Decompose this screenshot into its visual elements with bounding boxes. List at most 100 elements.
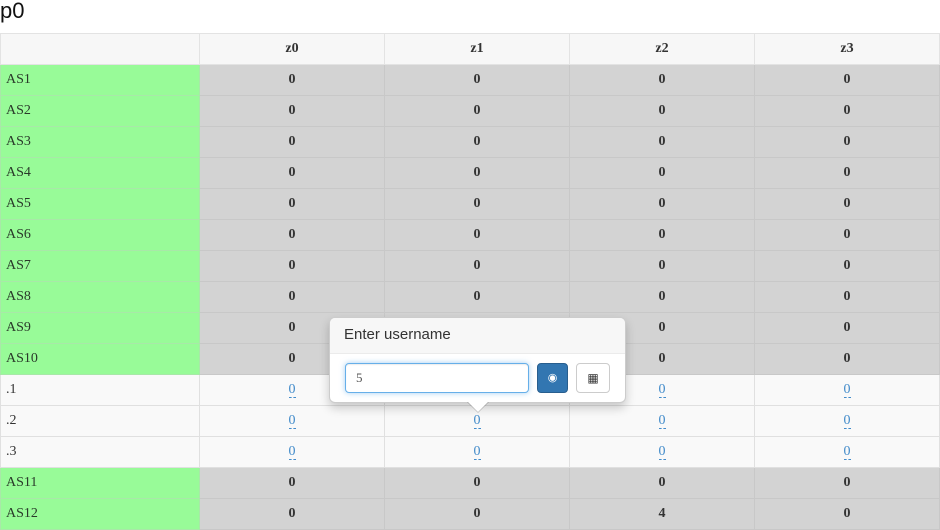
table-cell: 0 [199,64,385,96]
table-row: AS6 0 0 0 0 [0,219,940,251]
table-cell: 0 [199,467,385,499]
row-label: AS7 [0,250,200,282]
table-row: AS12 0 0 4 0 [0,498,940,530]
table-cell: 0 [754,405,940,437]
table-row: AS11 0 0 0 0 [0,467,940,499]
table-cell: 0 [754,250,940,282]
table-cell: 0 [384,281,570,313]
table-cell: 0 [384,157,570,189]
table-cell: 0 [384,219,570,251]
header-row: z0 z1 z2 z3 [0,33,940,65]
row-label: AS9 [0,312,200,344]
row-label: AS2 [0,95,200,127]
table-cell: 0 [384,95,570,127]
table-cell: 0 [569,250,755,282]
data-table: z0 z1 z2 z3 AS1 0 0 0 0 AS2 0 0 0 0 AS3 0 0 0 0 AS4 0 0 0 0… [0,33,940,530]
row-label: AS6 [0,219,200,251]
table-cell: 0 [569,188,755,220]
username-input[interactable] [345,363,529,393]
header-cell-z0: z0 [199,33,385,65]
table-cell: 0 [754,498,940,530]
table-row: AS7 0 0 0 0 [0,250,940,282]
table-cell: 0 [754,157,940,189]
table-cell: 0 [199,126,385,158]
table-cell: 0 [754,64,940,96]
row-label: AS8 [0,281,200,313]
editable-value-link[interactable]: 0 [843,444,851,460]
table-cell: 0 [569,467,755,499]
table-cell: 0 [199,405,385,437]
editable-value-link[interactable]: 0 [288,382,296,398]
editable-popover: Enter username ◉ ▦ [329,317,626,413]
table-cell: 0 [754,312,940,344]
table-cell: 0 [384,436,570,468]
editable-value-link[interactable]: 0 [658,382,666,398]
table-header: z0 z1 z2 z3 [0,33,940,65]
table-cell: 0 [569,281,755,313]
table-cell: 0 [199,498,385,530]
table-cell: 0 [754,374,940,406]
table-cell: 0 [754,126,940,158]
table-cell: 0 [384,64,570,96]
table-row: AS2 0 0 0 0 [0,95,940,127]
table-cell: 0 [569,436,755,468]
table-cell: 0 [569,126,755,158]
popover-arrow-inner [468,402,488,412]
table-cell: 0 [569,95,755,127]
table-cell: 0 [384,498,570,530]
table-cell: 0 [754,219,940,251]
editable-value-link[interactable]: 0 [658,413,666,429]
row-label: AS1 [0,64,200,96]
table-cell: 0 [754,281,940,313]
cancel-button[interactable]: ▦ [576,363,610,393]
table-cell: 0 [199,281,385,313]
table-body: AS1 0 0 0 0 AS2 0 0 0 0 AS3 0 0 0 0 AS4 0 0 0 0 AS5 0 0 0 0 AS6 0 0… [0,64,940,530]
table-cell: 0 [384,126,570,158]
table-cell: 0 [754,436,940,468]
table-cell: 0 [569,64,755,96]
ok-icon: ◉ [547,372,558,384]
table-cell: 0 [754,188,940,220]
table-cell: 0 [569,157,755,189]
table-row: AS1 0 0 0 0 [0,64,940,96]
editable-value-link[interactable]: 0 [288,444,296,460]
editable-value-link[interactable]: 0 [288,413,296,429]
row-label: .2 [0,405,200,437]
table-row: AS8 0 0 0 0 [0,281,940,313]
editable-value-link[interactable]: 0 [473,444,481,460]
table-cell: 0 [569,405,755,437]
table-row: AS3 0 0 0 0 [0,126,940,158]
table-cell: 0 [754,95,940,127]
table-cell: 0 [199,436,385,468]
row-label: .3 [0,436,200,468]
ok-button[interactable]: ◉ [537,363,568,393]
row-label: AS10 [0,343,200,375]
table-cell: 4 [569,498,755,530]
editable-value-link[interactable]: 0 [843,382,851,398]
row-label: .1 [0,374,200,406]
table-row: .3 0 0 0 0 [0,436,940,468]
table-cell: 0 [384,250,570,282]
header-cell-corner [0,33,200,65]
row-label: AS5 [0,188,200,220]
table-cell: 0 [384,467,570,499]
table-row: AS5 0 0 0 0 [0,188,940,220]
popover-body: ◉ ▦ [330,354,625,402]
table-cell: 0 [754,467,940,499]
header-cell-z3: z3 [754,33,940,65]
editable-value-link[interactable]: 0 [658,444,666,460]
row-label: AS11 [0,467,200,499]
row-label: AS12 [0,498,200,530]
table-cell: 0 [199,157,385,189]
header-cell-z2: z2 [569,33,755,65]
editable-value-link[interactable]: 0 [473,413,481,429]
table-cell: 0 [199,188,385,220]
table-row: AS4 0 0 0 0 [0,157,940,189]
row-label: AS4 [0,157,200,189]
row-label: AS3 [0,126,200,158]
table-cell: 0 [199,95,385,127]
editable-value-link[interactable]: 0 [843,413,851,429]
popover-title: Enter username [330,318,625,354]
header-cell-z1: z1 [384,33,570,65]
table-cell: 0 [754,343,940,375]
